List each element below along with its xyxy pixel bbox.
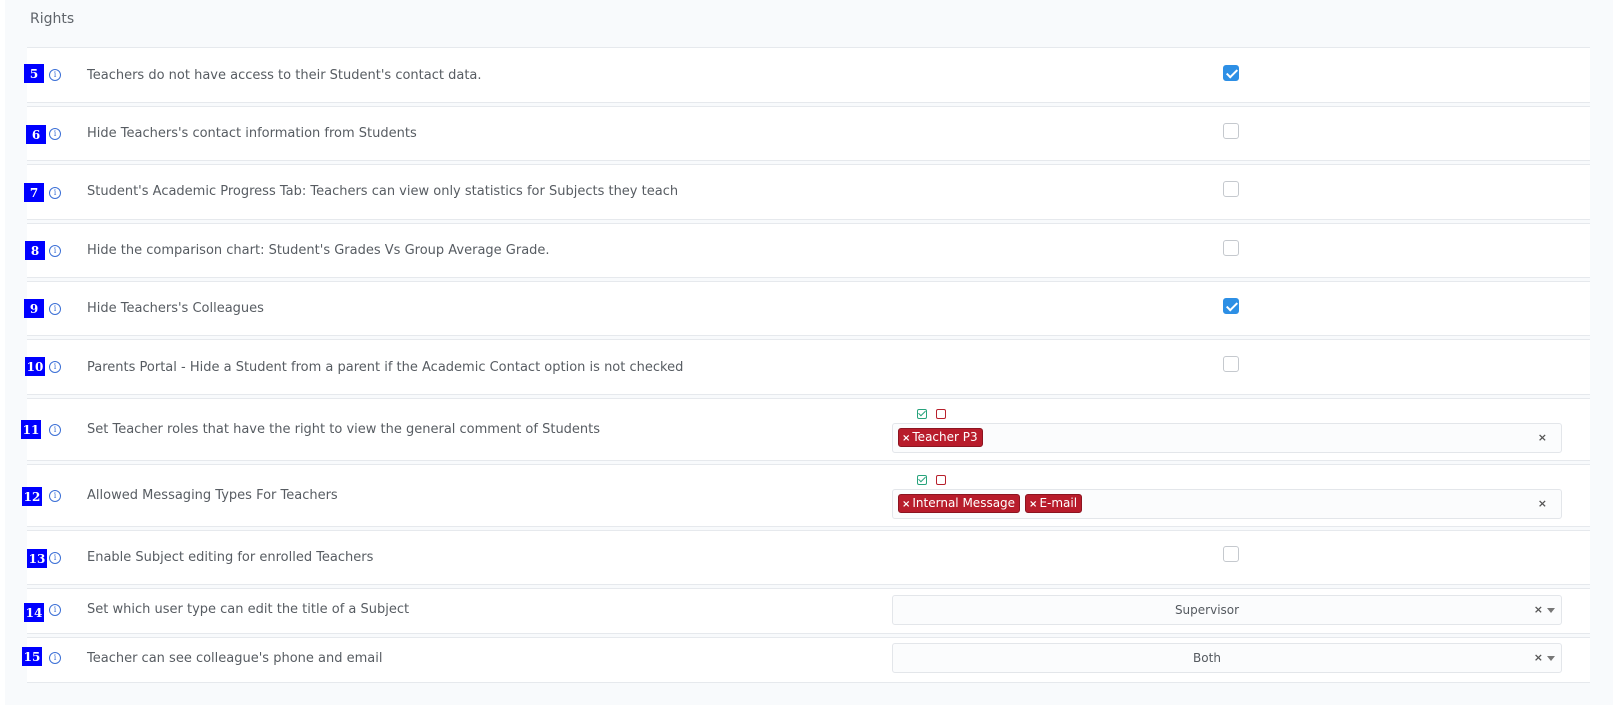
tag-label: Internal Message — [912, 496, 1016, 510]
selected-value: Both — [1193, 651, 1221, 665]
setting-label: Teacher can see colleague's phone and em… — [87, 651, 383, 666]
select-all-icon[interactable] — [917, 475, 927, 485]
setting-label: Student's Academic Progress Tab: Teacher… — [87, 184, 679, 199]
row-number-badge: 15 — [22, 647, 42, 666]
row-number-badge: 10 — [25, 357, 45, 376]
setting-label: Set which user type can edit the title o… — [87, 602, 410, 617]
selected-tag[interactable]: × E-mail — [1025, 494, 1083, 513]
tag-label: Teacher P3 — [912, 430, 978, 444]
setting-label: Parents Portal - Hide a Student from a p… — [87, 360, 684, 375]
row-number-badge: 7 — [24, 183, 44, 202]
info-icon[interactable]: i — [49, 652, 61, 664]
select-none-icon[interactable] — [936, 409, 946, 419]
row-number-badge: 11 — [21, 420, 41, 439]
setting-checkbox[interactable] — [1223, 240, 1239, 256]
selected-value: Supervisor — [1174, 603, 1240, 617]
setting-label: Hide Teachers's contact information from… — [87, 126, 417, 141]
setting-label: Hide Teachers's Colleagues — [87, 301, 264, 316]
tag-remove-icon[interactable]: × — [902, 433, 910, 444]
setting-row: 10 i Parents Portal - Hide a Student fro… — [25, 339, 1590, 395]
tag-remove-icon[interactable]: × — [1029, 499, 1037, 510]
setting-row: 11 i Set Teacher roles that have the rig… — [21, 398, 1590, 461]
setting-checkbox[interactable] — [1223, 123, 1239, 139]
setting-checkbox[interactable] — [1223, 546, 1239, 562]
info-icon[interactable]: i — [49, 361, 61, 373]
setting-row: 8 i Hide the comparison chart: Student's… — [25, 223, 1590, 278]
info-icon[interactable]: i — [49, 303, 61, 315]
select-none-icon[interactable] — [936, 475, 946, 485]
chevron-down-icon[interactable] — [1547, 656, 1555, 661]
setting-row: 6 i Hide Teachers's contact information … — [26, 106, 1590, 161]
info-icon[interactable]: i — [49, 187, 61, 199]
clear-icon[interactable]: × — [1538, 497, 1547, 510]
setting-row: 14 i Set which user type can edit the ti… — [24, 588, 1590, 634]
clear-icon[interactable]: × — [1534, 651, 1543, 664]
teacher-roles-multiselect[interactable]: × Teacher P3 × — [892, 423, 1562, 453]
row-number-badge: 12 — [22, 487, 42, 506]
setting-label: Hide the comparison chart: Student's Gra… — [87, 243, 550, 258]
setting-label: Teachers do not have access to their Stu… — [87, 68, 482, 83]
setting-row: 13 i Enable Subject editing for enrolled… — [27, 530, 1590, 585]
clear-icon[interactable]: × — [1538, 431, 1547, 444]
info-icon[interactable]: i — [49, 69, 61, 81]
info-icon[interactable]: i — [49, 245, 61, 257]
clear-icon[interactable]: × — [1534, 603, 1543, 616]
setting-checkbox[interactable] — [1223, 181, 1239, 197]
info-icon[interactable]: i — [49, 128, 61, 140]
setting-label: Set Teacher roles that have the right to… — [87, 422, 601, 437]
setting-checkbox[interactable] — [1223, 65, 1239, 81]
select-toggle-group — [917, 475, 946, 487]
row-number-badge: 6 — [26, 125, 46, 144]
setting-label: Allowed Messaging Types For Teachers — [87, 488, 338, 503]
setting-row: 12 i Allowed Messaging Types For Teacher… — [22, 464, 1590, 527]
info-icon[interactable]: i — [49, 552, 61, 564]
row-number-badge: 14 — [24, 603, 44, 622]
chevron-down-icon[interactable] — [1547, 608, 1555, 613]
colleague-contact-visibility-select[interactable]: Both × — [892, 643, 1562, 673]
setting-row: 9 i Hide Teachers's Colleagues — [24, 281, 1590, 336]
row-number-badge: 9 — [24, 299, 44, 318]
select-all-icon[interactable] — [917, 409, 927, 419]
selected-tag[interactable]: × Internal Message — [898, 494, 1021, 513]
setting-row: 5 i Teachers do not have access to their… — [24, 47, 1590, 103]
info-icon[interactable]: i — [49, 490, 61, 502]
setting-label: Enable Subject editing for enrolled Teac… — [87, 550, 374, 565]
select-toggle-group — [917, 409, 946, 421]
subject-title-editor-select[interactable]: Supervisor × — [892, 595, 1562, 625]
setting-checkbox[interactable] — [1223, 298, 1239, 314]
setting-row: 15 i Teacher can see colleague's phone a… — [22, 637, 1590, 683]
info-icon[interactable]: i — [49, 424, 61, 436]
setting-row: 7 i Student's Academic Progress Tab: Tea… — [24, 164, 1590, 220]
tag-label: E-mail — [1039, 496, 1078, 510]
row-number-badge: 8 — [25, 241, 45, 260]
messaging-types-multiselect[interactable]: × Internal Message × E-mail × — [892, 489, 1562, 519]
row-number-badge: 5 — [24, 64, 44, 83]
row-number-badge: 13 — [27, 549, 47, 568]
selected-tag[interactable]: × Teacher P3 — [898, 428, 983, 447]
tag-remove-icon[interactable]: × — [902, 499, 910, 510]
panel-title: Rights — [30, 11, 75, 27]
info-icon[interactable]: i — [49, 604, 61, 616]
rights-panel: Rights 5 i Teachers do not have access t… — [5, 0, 1613, 705]
setting-checkbox[interactable] — [1223, 356, 1239, 372]
